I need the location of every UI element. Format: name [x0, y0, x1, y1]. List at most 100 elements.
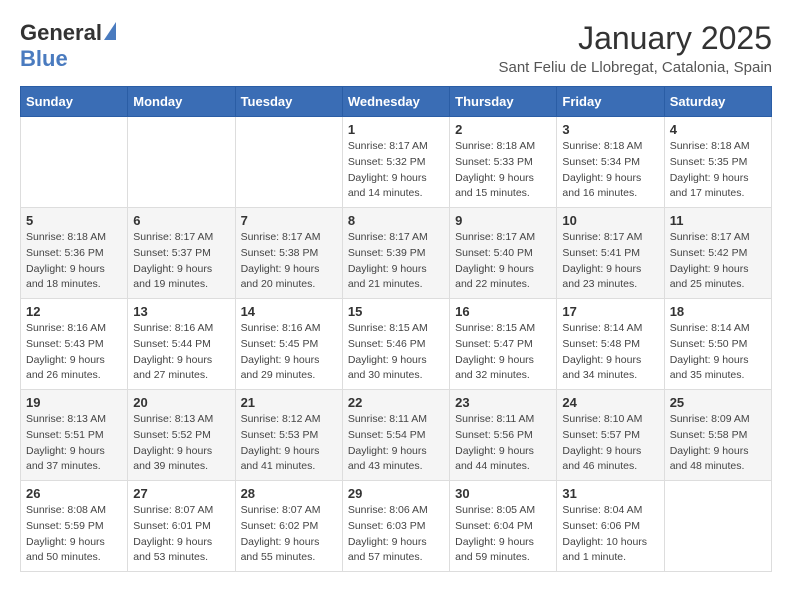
calendar-cell: [664, 481, 771, 572]
calendar-cell: 21 Sunrise: 8:12 AM Sunset: 5:53 PM Dayli…: [235, 390, 342, 481]
calendar-cell: 25 Sunrise: 8:09 AM Sunset: 5:58 PM Dayli…: [664, 390, 771, 481]
day-number: 4: [670, 122, 766, 137]
day-info: Sunrise: 8:17 AM Sunset: 5:37 PM Dayligh…: [133, 230, 229, 293]
day-info: Sunrise: 8:11 AM Sunset: 5:56 PM Dayligh…: [455, 412, 551, 475]
day-number: 13: [133, 304, 229, 319]
day-info: Sunrise: 8:14 AM Sunset: 5:50 PM Dayligh…: [670, 321, 766, 384]
day-number: 11: [670, 213, 766, 228]
calendar-week-3: 12 Sunrise: 8:16 AM Sunset: 5:43 PM Dayli…: [21, 299, 772, 390]
logo-triangle-icon: [104, 22, 116, 40]
calendar-cell: [235, 117, 342, 208]
calendar-cell: 8Sunrise: 8:17 AM Sunset: 5:39 PM Daylig…: [342, 208, 449, 299]
day-info: Sunrise: 8:17 AM Sunset: 5:41 PM Dayligh…: [562, 230, 658, 293]
calendar-cell: 9 Sunrise: 8:17 AM Sunset: 5:40 PM Daylig…: [450, 208, 557, 299]
day-number: 12: [26, 304, 122, 319]
day-info: Sunrise: 8:18 AM Sunset: 5:34 PM Dayligh…: [562, 139, 658, 202]
calendar-cell: 5 Sunrise: 8:18 AM Sunset: 5:36 PM Daylig…: [21, 208, 128, 299]
day-number: 15: [348, 304, 444, 319]
calendar-cell: 3 Sunrise: 8:18 AM Sunset: 5:34 PM Daylig…: [557, 117, 664, 208]
day-number: 26: [26, 486, 122, 501]
calendar-cell: 11 Sunrise: 8:17 AM Sunset: 5:42 PM Dayli…: [664, 208, 771, 299]
day-info: Sunrise: 8:17 AM Sunset: 5:38 PM Dayligh…: [241, 230, 337, 293]
calendar-week-1: 1 Sunrise: 8:17 AM Sunset: 5:32 PM Daylig…: [21, 117, 772, 208]
day-number: 2: [455, 122, 551, 137]
day-info: Sunrise: 8:09 AM Sunset: 5:58 PM Dayligh…: [670, 412, 766, 475]
title-section: January 2025 Sant Feliu de Llobregat, Ca…: [498, 20, 772, 76]
day-info: Sunrise: 8:14 AM Sunset: 5:48 PM Dayligh…: [562, 321, 658, 384]
day-info: Sunrise: 8:08 AM Sunset: 5:59 PM Dayligh…: [26, 503, 122, 566]
calendar-header-sunday: Sunday: [21, 87, 128, 117]
day-info: Sunrise: 8:17 AM Sunset: 5:42 PM Dayligh…: [670, 230, 766, 293]
day-number: 7: [241, 213, 337, 228]
calendar-header-monday: Monday: [128, 87, 235, 117]
day-number: 16: [455, 304, 551, 319]
day-number: 29: [348, 486, 444, 501]
location-subtitle: Sant Feliu de Llobregat, Catalonia, Spai…: [498, 59, 772, 76]
day-info: Sunrise: 8:11 AM Sunset: 5:54 PM Dayligh…: [348, 412, 444, 475]
day-info: Sunrise: 8:15 AM Sunset: 5:47 PM Dayligh…: [455, 321, 551, 384]
calendar-cell: 26 Sunrise: 8:08 AM Sunset: 5:59 PM Dayli…: [21, 481, 128, 572]
day-number: 24: [562, 395, 658, 410]
calendar-cell: 19 Sunrise: 8:13 AM Sunset: 5:51 PM Dayli…: [21, 390, 128, 481]
calendar-header-saturday: Saturday: [664, 87, 771, 117]
calendar-cell: [21, 117, 128, 208]
calendar-header-wednesday: Wednesday: [342, 87, 449, 117]
calendar-week-2: 5 Sunrise: 8:18 AM Sunset: 5:36 PM Daylig…: [21, 208, 772, 299]
calendar-cell: 1 Sunrise: 8:17 AM Sunset: 5:32 PM Daylig…: [342, 117, 449, 208]
day-info: Sunrise: 8:16 AM Sunset: 5:44 PM Dayligh…: [133, 321, 229, 384]
day-info: Sunrise: 8:16 AM Sunset: 5:43 PM Dayligh…: [26, 321, 122, 384]
day-info: Sunrise: 8:07 AM Sunset: 6:01 PM Dayligh…: [133, 503, 229, 566]
day-info: Sunrise: 8:17 AM Sunset: 5:32 PM Dayligh…: [348, 139, 444, 202]
day-info: Sunrise: 8:17 AM Sunset: 5:39 PM Dayligh…: [348, 230, 444, 293]
day-info: Sunrise: 8:07 AM Sunset: 6:02 PM Dayligh…: [241, 503, 337, 566]
day-info: Sunrise: 8:16 AM Sunset: 5:45 PM Dayligh…: [241, 321, 337, 384]
day-info: Sunrise: 8:18 AM Sunset: 5:36 PM Dayligh…: [26, 230, 122, 293]
calendar-cell: 6Sunrise: 8:17 AM Sunset: 5:37 PM Daylig…: [128, 208, 235, 299]
logo: General Blue: [20, 20, 116, 72]
month-title: January 2025: [498, 20, 772, 57]
calendar-cell: 16 Sunrise: 8:15 AM Sunset: 5:47 PM Dayli…: [450, 299, 557, 390]
day-info: Sunrise: 8:17 AM Sunset: 5:40 PM Dayligh…: [455, 230, 551, 293]
day-number: 30: [455, 486, 551, 501]
day-number: 23: [455, 395, 551, 410]
day-number: 19: [26, 395, 122, 410]
page-header: General Blue January 2025 Sant Feliu de …: [20, 20, 772, 76]
calendar-cell: 24 Sunrise: 8:10 AM Sunset: 5:57 PM Dayli…: [557, 390, 664, 481]
day-number: 27: [133, 486, 229, 501]
day-number: 21: [241, 395, 337, 410]
logo-general-text: General: [20, 20, 102, 46]
day-number: 28: [241, 486, 337, 501]
calendar-cell: 14Sunrise: 8:16 AM Sunset: 5:45 PM Dayli…: [235, 299, 342, 390]
calendar-cell: 29Sunrise: 8:06 AM Sunset: 6:03 PM Dayli…: [342, 481, 449, 572]
calendar-cell: [128, 117, 235, 208]
calendar-cell: 2Sunrise: 8:18 AM Sunset: 5:33 PM Daylig…: [450, 117, 557, 208]
calendar-week-4: 19 Sunrise: 8:13 AM Sunset: 5:51 PM Dayli…: [21, 390, 772, 481]
day-number: 1: [348, 122, 444, 137]
calendar-cell: 31 Sunrise: 8:04 AM Sunset: 6:06 PM Dayli…: [557, 481, 664, 572]
calendar-cell: 22 Sunrise: 8:11 AM Sunset: 5:54 PM Dayli…: [342, 390, 449, 481]
day-info: Sunrise: 8:13 AM Sunset: 5:51 PM Dayligh…: [26, 412, 122, 475]
day-number: 31: [562, 486, 658, 501]
calendar-cell: 23 Sunrise: 8:11 AM Sunset: 5:56 PM Dayli…: [450, 390, 557, 481]
day-info: Sunrise: 8:04 AM Sunset: 6:06 PM Dayligh…: [562, 503, 658, 566]
day-number: 10: [562, 213, 658, 228]
day-info: Sunrise: 8:13 AM Sunset: 5:52 PM Dayligh…: [133, 412, 229, 475]
day-number: 25: [670, 395, 766, 410]
day-number: 5: [26, 213, 122, 228]
calendar-cell: 30 Sunrise: 8:05 AM Sunset: 6:04 PM Dayli…: [450, 481, 557, 572]
day-info: Sunrise: 8:05 AM Sunset: 6:04 PM Dayligh…: [455, 503, 551, 566]
calendar-header-tuesday: Tuesday: [235, 87, 342, 117]
calendar-cell: 20 Sunrise: 8:13 AM Sunset: 5:52 PM Dayli…: [128, 390, 235, 481]
day-number: 20: [133, 395, 229, 410]
calendar-week-5: 26 Sunrise: 8:08 AM Sunset: 5:59 PM Dayli…: [21, 481, 772, 572]
day-number: 9: [455, 213, 551, 228]
calendar-cell: 17Sunrise: 8:14 AM Sunset: 5:48 PM Dayli…: [557, 299, 664, 390]
day-number: 3: [562, 122, 658, 137]
day-info: Sunrise: 8:10 AM Sunset: 5:57 PM Dayligh…: [562, 412, 658, 475]
calendar-cell: 18Sunrise: 8:14 AM Sunset: 5:50 PM Dayli…: [664, 299, 771, 390]
day-info: Sunrise: 8:12 AM Sunset: 5:53 PM Dayligh…: [241, 412, 337, 475]
calendar-cell: 10 Sunrise: 8:17 AM Sunset: 5:41 PM Dayli…: [557, 208, 664, 299]
calendar-cell: 7 Sunrise: 8:17 AM Sunset: 5:38 PM Daylig…: [235, 208, 342, 299]
calendar-header-row: SundayMondayTuesdayWednesdayThursdayFrid…: [21, 87, 772, 117]
day-number: 22: [348, 395, 444, 410]
